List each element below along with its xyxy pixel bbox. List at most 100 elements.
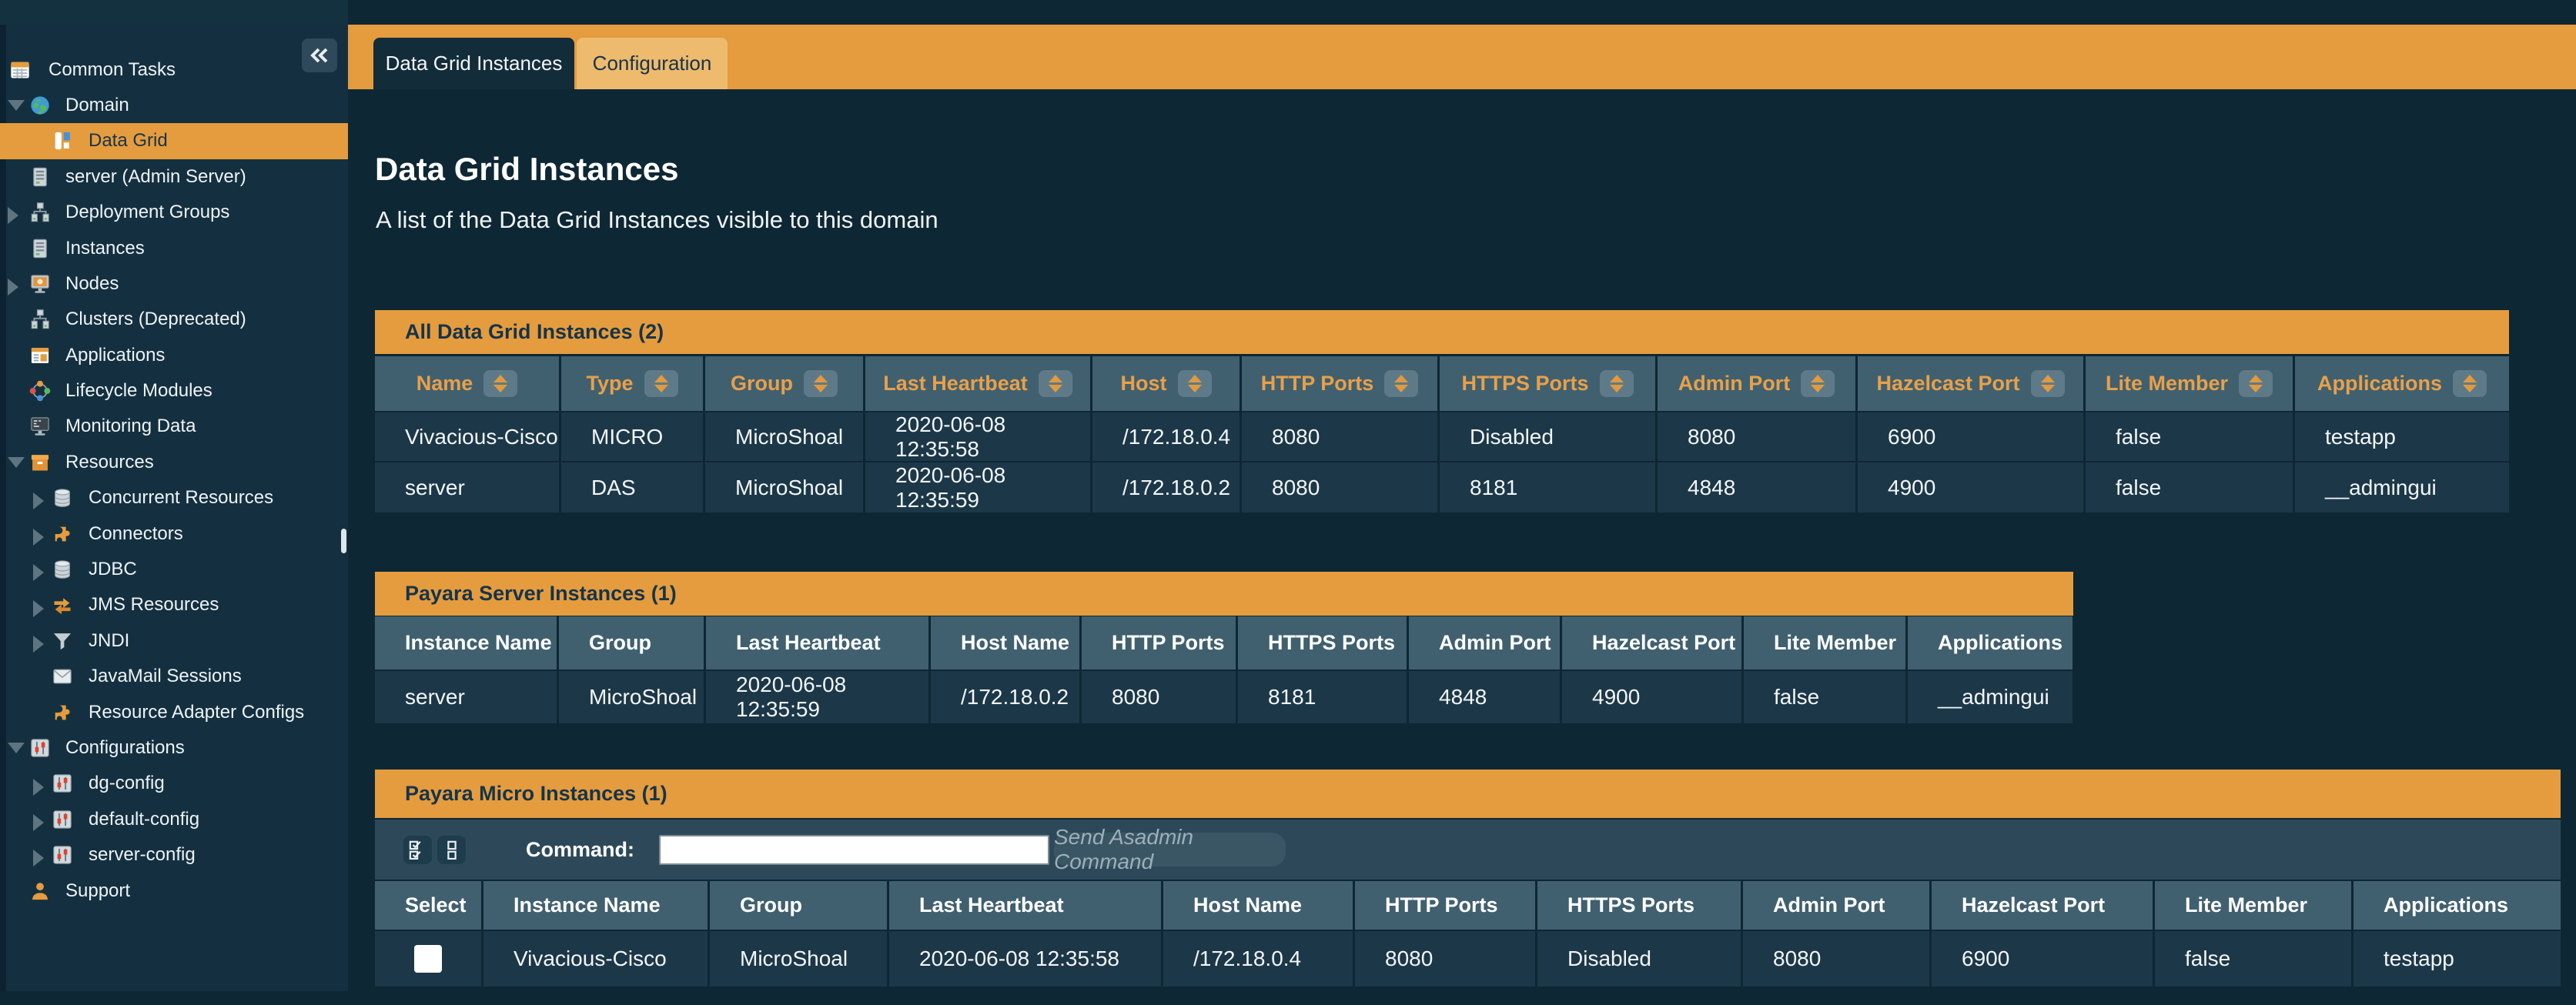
expand-arrow-icon[interactable] <box>33 492 44 509</box>
sidebar-item-server-admin-server[interactable]: server (Admin Server) <box>0 159 348 195</box>
column-header-label: Lite Member <box>1774 631 1896 655</box>
sidebar-item-clusters-deprecated[interactable]: Clusters (Deprecated) <box>0 302 348 337</box>
column-header-admin-port[interactable]: Admin Port <box>1658 356 1858 411</box>
cell-name: Vivacious-Cisco <box>375 412 561 461</box>
sidebar-item-instances[interactable]: Instances <box>0 230 348 265</box>
cell-value: __admingui <box>2325 476 2437 500</box>
sidebar-item-resources[interactable]: Resources <box>0 445 348 480</box>
sort-button[interactable] <box>1384 370 1418 397</box>
sidebar-item-default-config[interactable]: default-config <box>0 802 348 837</box>
table-row: serverMicroShoal2020-06-08 12:35:59/172.… <box>375 671 2073 723</box>
sidebar-item-common-tasks[interactable]: Common Tasks <box>0 52 348 87</box>
column-header-label: Applications <box>2317 372 2442 396</box>
row-checkbox[interactable] <box>414 945 442 973</box>
expand-arrow-icon[interactable] <box>33 529 44 546</box>
expand-arrow-icon[interactable] <box>33 779 44 796</box>
sidebar-item-data-grid[interactable]: Data Grid <box>0 123 348 159</box>
sidebar-item-concurrent-resources[interactable]: Concurrent Resources <box>0 480 348 516</box>
cell-value: 4900 <box>1888 476 1935 500</box>
sort-button[interactable] <box>2453 370 2487 397</box>
sidebar-item-applications[interactable]: Applications <box>0 338 348 373</box>
column-header-type[interactable]: Type <box>561 356 705 411</box>
sort-button[interactable] <box>804 370 838 397</box>
expand-arrow-icon[interactable] <box>33 850 44 866</box>
column-header-lite-member[interactable]: Lite Member <box>2086 356 2295 411</box>
column-header-https-ports[interactable]: HTTPS Ports <box>1440 356 1658 411</box>
sliders-icon <box>52 809 73 830</box>
sort-button[interactable] <box>1801 370 1835 397</box>
column-header-http-ports[interactable]: HTTP Ports <box>1242 356 1440 411</box>
send-asadmin-command-button[interactable]: Send Asadmin Command <box>1054 833 1286 866</box>
deselect-all-button[interactable] <box>437 836 466 864</box>
sidebar-item-server-config[interactable]: server-config <box>0 837 348 873</box>
sidebar-scrollbar-thumb[interactable] <box>341 529 346 553</box>
sort-button[interactable] <box>483 370 517 397</box>
sort-desc-icon <box>2463 385 2477 392</box>
expand-arrow-icon[interactable] <box>33 600 44 617</box>
sidebar-item-label: dg-config <box>0 773 165 794</box>
collapse-arrow-icon[interactable] <box>8 457 25 468</box>
sidebar-item-label: Instances <box>0 238 145 259</box>
column-header-select: Select <box>375 881 483 930</box>
sidebar-item-label: Support <box>0 880 130 902</box>
command-input[interactable] <box>659 835 1049 865</box>
sidebar-item-javamail-sessions[interactable]: JavaMail Sessions <box>0 659 348 694</box>
cell-http-ports: 8080 <box>1242 462 1440 513</box>
select-all-button[interactable] <box>403 836 432 864</box>
sort-desc-icon <box>1394 385 1408 392</box>
sidebar-item-deployment-groups[interactable]: Deployment Groups <box>0 195 348 230</box>
sort-button[interactable] <box>1600 370 1634 397</box>
expand-arrow-icon[interactable] <box>33 814 44 831</box>
sidebar-item-lifecycle-modules[interactable]: Lifecycle Modules <box>0 373 348 409</box>
sort-button[interactable] <box>1039 370 1072 397</box>
apps-icon <box>29 345 51 366</box>
sidebar-item-label: default-config <box>0 809 199 830</box>
column-header-group[interactable]: Group <box>705 356 865 411</box>
tab-data-grid-instances[interactable]: Data Grid Instances <box>373 38 574 89</box>
column-header-label: Last Heartbeat <box>919 893 1064 917</box>
column-header-host[interactable]: Host <box>1092 356 1242 411</box>
column-header-name[interactable]: Name <box>375 356 561 411</box>
column-header-label: Last Heartbeat <box>736 631 881 655</box>
collapse-arrow-icon[interactable] <box>8 743 25 753</box>
sidebar-item-support[interactable]: Support <box>0 873 348 908</box>
column-header-applications[interactable]: Applications <box>2295 356 2509 411</box>
cell-value: 6900 <box>1962 947 2009 971</box>
sort-button[interactable] <box>1178 370 1212 397</box>
sort-button[interactable] <box>644 370 678 397</box>
sidebar-item-configurations[interactable]: Configurations <box>0 730 348 766</box>
column-header-label: Host <box>1121 372 1167 396</box>
cell-value: 2020-06-08 12:35:59 <box>736 673 928 722</box>
table-row: Vivacious-CiscoMicroShoal2020-06-08 12:3… <box>375 931 2561 987</box>
sort-asc-icon <box>493 375 507 382</box>
cluster-icon <box>29 309 51 330</box>
sidebar-collapse-button[interactable] <box>302 38 337 72</box>
table-row: Vivacious-CiscoMICROMicroShoal2020-06-08… <box>375 412 2509 461</box>
cell-admin-port: 8080 <box>1658 412 1858 461</box>
sidebar-item-jndi[interactable]: JNDI <box>0 623 348 659</box>
cell-applications: __admingui <box>1908 671 2073 723</box>
sidebar-item-nodes[interactable]: Nodes <box>0 266 348 302</box>
sort-button[interactable] <box>2239 370 2273 397</box>
sidebar-item-monitoring-data[interactable]: Monitoring Data <box>0 409 348 444</box>
sidebar-item-jdbc[interactable]: JDBC <box>0 552 348 587</box>
collapse-arrow-icon[interactable] <box>8 100 25 111</box>
tab-configuration[interactable]: Configuration <box>577 38 728 89</box>
cell-host-name: /172.18.0.2 <box>931 671 1082 723</box>
expand-arrow-icon[interactable] <box>8 207 18 224</box>
node-icon <box>29 273 51 295</box>
column-header-hazelcast-port[interactable]: Hazelcast Port <box>1858 356 2086 411</box>
expand-arrow-icon[interactable] <box>33 636 44 653</box>
expand-arrow-icon[interactable] <box>8 279 18 295</box>
sliders-icon <box>52 773 73 794</box>
sidebar-item-resource-adapter-configs[interactable]: Resource Adapter Configs <box>0 694 348 730</box>
sidebar-item-connectors[interactable]: Connectors <box>0 516 348 551</box>
sidebar-item-domain[interactable]: Domain <box>0 88 348 123</box>
sort-button[interactable] <box>2031 370 2065 397</box>
sliders-icon <box>29 737 51 759</box>
expand-arrow-icon[interactable] <box>33 564 44 581</box>
sidebar-item-jms-resources[interactable]: JMS Resources <box>0 587 348 623</box>
column-header-last-heartbeat[interactable]: Last Heartbeat <box>865 356 1092 411</box>
sidebar-item-label: Applications <box>0 345 165 366</box>
sidebar-item-dg-config[interactable]: dg-config <box>0 766 348 801</box>
